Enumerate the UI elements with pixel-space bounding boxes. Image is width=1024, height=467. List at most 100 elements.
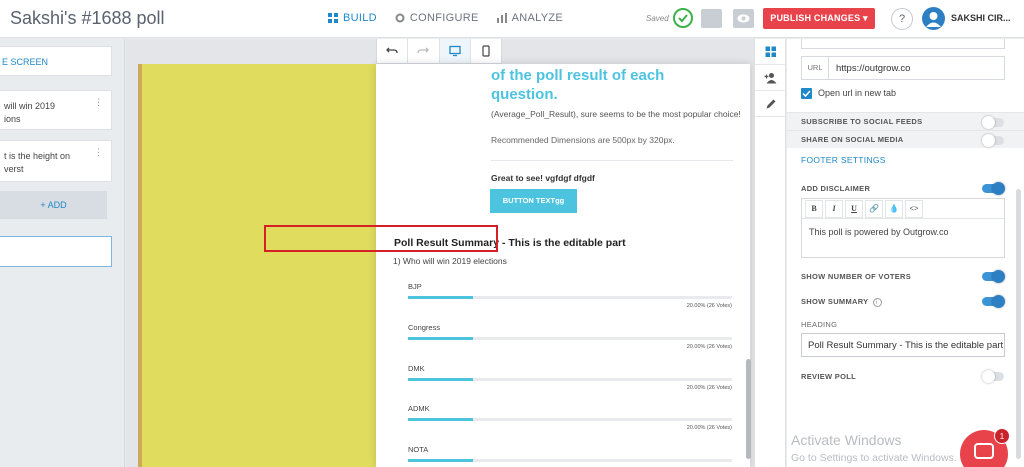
- kebab-menu-icon[interactable]: ⋮: [94, 97, 103, 108]
- canvas-toolbar: [376, 39, 502, 64]
- editor-toolbar: B I U 🔗 💧 <>: [802, 199, 1004, 219]
- review-poll-toggle[interactable]: [982, 370, 1004, 383]
- gear-icon: [395, 13, 405, 23]
- show-summary-label: SHOW SUMMARY: [801, 297, 869, 306]
- question-card-text: t is the height on verst: [4, 150, 70, 176]
- mobile-view-button[interactable]: [471, 39, 501, 63]
- option-label: NOTA: [408, 445, 429, 454]
- result-description[interactable]: (Average_Poll_Result), sure seems to be …: [491, 108, 741, 120]
- activate-windows-subtitle: Go to Settings to activate Windows.: [791, 452, 957, 464]
- poll-option: NOTA: [408, 445, 734, 467]
- main-nav: BUILD CONFIGURE ANALYZE: [328, 12, 563, 24]
- screen-link[interactable]: E SCREEN: [2, 57, 48, 67]
- option-bar: [408, 459, 732, 462]
- help-button[interactable]: ?: [891, 8, 913, 30]
- cta-button[interactable]: BUTTON TEXTgg: [490, 189, 577, 213]
- divider: [491, 160, 733, 161]
- option-label: ADMK: [408, 404, 430, 413]
- disclaimer-editor[interactable]: B I U 🔗 💧 <> This poll is powered by Out…: [801, 198, 1005, 258]
- url-field[interactable]: URL https://outgrow.co: [801, 56, 1005, 80]
- result-heading[interactable]: of the poll result of each question.: [491, 66, 731, 104]
- lead-tab[interactable]: [755, 65, 786, 91]
- recommended-dimensions: Recommended Dimensions are 500px by 320p…: [491, 135, 675, 145]
- nav-configure-label: CONFIGURE: [409, 12, 479, 24]
- great-text[interactable]: Great to see! vgfdgf dfgdf: [491, 173, 595, 183]
- info-icon[interactable]: i: [872, 297, 882, 307]
- footer-settings-tab[interactable]: FOOTER SETTINGS: [801, 155, 886, 165]
- nav-configure[interactable]: CONFIGURE: [395, 12, 479, 24]
- nav-build-label: BUILD: [343, 12, 377, 24]
- code-icon[interactable]: <>: [905, 200, 923, 218]
- kebab-menu-icon[interactable]: ⋮: [94, 147, 103, 158]
- text-input[interactable]: [801, 39, 1005, 49]
- layout-tab[interactable]: [755, 39, 786, 65]
- redo-button[interactable]: [408, 39, 440, 63]
- option-bar: [408, 378, 732, 381]
- show-voters-toggle[interactable]: [982, 270, 1005, 283]
- settings-scrollbar[interactable]: [1016, 189, 1021, 459]
- disclaimer-text[interactable]: This poll is powered by Outgrow.co: [809, 227, 949, 237]
- summary-question: 1) Who will win 2019 elections: [393, 256, 507, 266]
- screen-link-card[interactable]: E SCREEN: [0, 46, 112, 76]
- subscribe-label: SUBSCRIBE TO SOCIAL FEEDS: [801, 117, 923, 126]
- open-new-tab-label: Open url in new tab: [818, 88, 897, 98]
- url-input[interactable]: https://outgrow.co: [836, 63, 910, 74]
- builder-canvas: of the poll result of each question. (Av…: [126, 39, 754, 467]
- result-card: of the poll result of each question. (Av…: [376, 64, 750, 467]
- option-label: Congress: [408, 323, 441, 332]
- pages-icon[interactable]: [701, 9, 722, 28]
- nav-build[interactable]: BUILD: [328, 12, 377, 24]
- chat-badge: 1: [994, 428, 1010, 444]
- poll-option: DMK 20.00% (26 Votes): [408, 364, 734, 405]
- option-bar: [408, 418, 732, 421]
- underline-button[interactable]: U: [845, 200, 863, 218]
- bold-button[interactable]: B: [805, 200, 823, 218]
- undo-icon: [386, 47, 398, 54]
- avatar[interactable]: [922, 7, 945, 30]
- add-question-button[interactable]: + ADD: [0, 191, 107, 219]
- desktop-view-button[interactable]: [439, 39, 471, 63]
- question-card-line1: will win 2019: [4, 101, 56, 111]
- share-label: SHARE ON SOCIAL MEDIA: [801, 135, 904, 144]
- style-tab[interactable]: [755, 91, 786, 117]
- question-card-line2: ions: [4, 114, 21, 124]
- review-poll-label: REVIEW POLL: [801, 372, 856, 381]
- app-title: Sakshi's #1688 poll: [10, 8, 165, 28]
- show-voters-label: SHOW NUMBER OF VOTERS: [801, 272, 912, 281]
- disclaimer-label: ADD DISCLAIMER: [801, 184, 871, 193]
- selected-result-card[interactable]: [0, 236, 112, 267]
- undo-button[interactable]: [377, 39, 409, 63]
- user-name[interactable]: SAKSHI CIR...: [951, 13, 1011, 23]
- show-summary-toggle[interactable]: [982, 295, 1005, 308]
- question-card[interactable]: will win 2019 ions ⋮: [0, 90, 112, 130]
- top-bar: Sakshi's #1688 poll BUILD CONFIGURE ANAL…: [0, 0, 1024, 38]
- show-summary-row: SHOW SUMMARY i: [801, 297, 882, 307]
- question-card-line2: verst: [4, 164, 24, 174]
- share-toggle[interactable]: [982, 134, 1004, 147]
- summary-heading-value: Poll Result Summary - This is the editab…: [808, 340, 1004, 351]
- preview-eye-icon[interactable]: [733, 9, 754, 28]
- question-card[interactable]: t is the height on verst ⋮: [0, 140, 112, 182]
- summary-heading-input[interactable]: Poll Result Summary - This is the editab…: [801, 333, 1005, 357]
- grid-icon: [765, 46, 776, 57]
- nav-analyze[interactable]: ANALYZE: [496, 12, 564, 24]
- open-new-tab-checkbox[interactable]: [801, 88, 812, 99]
- subscribe-toggle[interactable]: [982, 116, 1004, 129]
- option-percent: 20.00% (26 Votes): [686, 303, 732, 309]
- link-icon[interactable]: 🔗: [865, 200, 883, 218]
- italic-button[interactable]: I: [825, 200, 843, 218]
- option-bar-fill: [408, 378, 473, 381]
- canvas-scrollbar[interactable]: [746, 359, 751, 459]
- bar-chart-icon: [496, 13, 507, 23]
- option-bar: [408, 296, 732, 299]
- heading-label: HEADING: [801, 320, 838, 329]
- publish-changes-button[interactable]: PUBLISH CHANGES ▾: [763, 8, 875, 29]
- option-bar-fill: [408, 337, 473, 340]
- settings-panel: URL https://outgrow.co Open url in new t…: [787, 39, 1024, 467]
- color-drop-icon[interactable]: 💧: [885, 200, 903, 218]
- option-bar-fill: [408, 459, 473, 462]
- saved-status: Saved: [646, 14, 669, 23]
- disclaimer-toggle[interactable]: [982, 182, 1005, 195]
- nav-analyze-label: ANALYZE: [511, 12, 564, 24]
- left-panel: E SCREEN will win 2019 ions ⋮ t is the h…: [0, 39, 125, 467]
